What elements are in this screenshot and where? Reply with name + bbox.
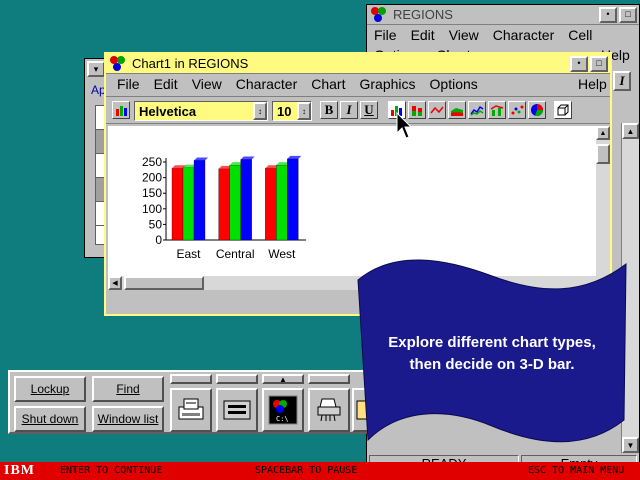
scroll-thumb[interactable] — [596, 144, 610, 164]
bold-button[interactable]: B — [320, 101, 338, 119]
menu-options[interactable]: Options — [423, 76, 485, 92]
os2-window-icon[interactable]: C:\ — [262, 388, 304, 432]
bar — [287, 158, 299, 241]
launchpad-expand-button[interactable]: ▲ — [262, 374, 304, 384]
menu-view[interactable]: View — [442, 27, 486, 43]
bar — [218, 168, 230, 241]
scroll-up-button[interactable]: ▲ — [596, 126, 610, 140]
font-name-value: Helvetica — [139, 103, 197, 119]
bar — [240, 159, 252, 241]
3d-box-icon[interactable] — [554, 101, 572, 119]
line-chart-icon[interactable] — [428, 101, 446, 119]
x-tick-label: East — [176, 247, 201, 261]
menu-edit[interactable]: Edit — [147, 76, 185, 92]
font-size-value: 10 — [277, 103, 292, 119]
bar — [171, 168, 184, 241]
y-tick-label: 0 — [155, 233, 162, 247]
regions-title: REGIONS — [393, 7, 453, 22]
tip-flag: Explore different chart types, then deci… — [354, 250, 630, 450]
mouse-pointer-icon — [396, 112, 412, 139]
shredder-icon[interactable] — [308, 388, 350, 432]
regions-titlebar[interactable]: REGIONS • □ — [367, 5, 639, 25]
lockup-button[interactable]: Lockup — [14, 376, 86, 402]
y-tick-label: 100 — [142, 202, 162, 216]
menu-edit[interactable]: Edit — [404, 27, 442, 43]
hi-lo-icon[interactable] — [468, 101, 486, 119]
bar — [265, 168, 277, 241]
launchpad-slot-1[interactable] — [170, 374, 212, 384]
system-menu-icon[interactable] — [371, 6, 387, 23]
bar — [276, 164, 288, 241]
chart-title: Chart1 in REGIONS — [132, 56, 249, 71]
esc-to-main-menu[interactable]: ESC TO MAIN MENU — [528, 465, 624, 476]
font-size-dropdown-icon[interactable]: ↕ — [297, 102, 311, 120]
drives-icon[interactable] — [216, 388, 258, 432]
bar — [229, 164, 241, 241]
maximize-button[interactable]: □ — [590, 55, 608, 72]
x-tick-label: West — [268, 247, 296, 261]
bar — [182, 167, 195, 241]
menu-view[interactable]: View — [185, 76, 229, 92]
x-tick-label: Central — [216, 247, 255, 261]
chart-type-icon[interactable] — [112, 101, 130, 119]
italic-button-back[interactable]: I — [613, 71, 631, 91]
spacebar-to-pause[interactable]: SPACEBAR TO PAUSE — [255, 465, 357, 476]
italic-button[interactable]: I — [340, 101, 358, 119]
regions-menubar: File Edit View Character Cell — [367, 25, 639, 45]
bar-top — [194, 157, 208, 161]
window-menu-button[interactable]: ▾ — [87, 61, 105, 77]
window-list-button[interactable]: Window list — [92, 406, 164, 432]
bar-top — [240, 156, 255, 160]
minimize-button[interactable]: • — [599, 6, 617, 23]
scroll-left-button[interactable]: ◀ — [108, 276, 122, 290]
y-tick-label: 200 — [142, 171, 162, 185]
tip-line-2: then decide on 3-D bar. — [409, 356, 575, 373]
underline-button[interactable]: U — [360, 101, 378, 119]
menu-cell[interactable]: Cell — [561, 27, 599, 43]
scroll-h-thumb[interactable] — [124, 276, 204, 290]
y-tick-label: 250 — [142, 155, 162, 169]
find-button[interactable]: Find — [92, 376, 164, 402]
scatter-icon[interactable] — [508, 101, 526, 119]
enter-to-continue[interactable]: ENTER TO CONTINUE — [60, 465, 162, 476]
system-menu-icon[interactable] — [110, 55, 126, 72]
tip-line-1: Explore different chart types, — [388, 334, 596, 351]
line-bar-icon[interactable] — [488, 101, 506, 119]
y-tick-label: 50 — [149, 217, 163, 231]
menu-graphics[interactable]: Graphics — [352, 76, 422, 92]
shut-down-button[interactable]: Shut down — [14, 406, 86, 432]
ibm-logo: IBM — [4, 463, 35, 478]
launchpad: Lockup Find Shut down Window list ▲ C:\ — [8, 370, 370, 434]
printer-icon[interactable] — [170, 388, 212, 432]
menu-character[interactable]: Character — [229, 76, 304, 92]
footer-bar: IBM ENTER TO CONTINUE SPACEBAR TO PAUSE … — [0, 462, 640, 480]
menu-chart[interactable]: Chart — [304, 76, 352, 92]
maximize-button[interactable]: □ — [619, 6, 637, 23]
launchpad-slot-2[interactable] — [216, 374, 258, 384]
launchpad-slot-4[interactable] — [308, 374, 350, 384]
bar-top — [287, 155, 302, 159]
chart-titlebar[interactable]: Chart1 in REGIONS • □ — [106, 54, 610, 74]
chart-toolbar: Helvetica ↕ 10 ↕ B I U — [106, 96, 610, 124]
chart-menubar: File Edit View Character Chart Graphics … — [106, 74, 610, 94]
chart-help[interactable]: Help — [578, 76, 607, 92]
svg-text:C:\: C:\ — [276, 415, 289, 423]
bar — [193, 160, 206, 241]
scroll-up-button[interactable]: ▲ — [622, 123, 639, 139]
area-chart-icon[interactable] — [448, 101, 466, 119]
pie-chart-icon[interactable] — [528, 101, 546, 119]
y-tick-label: 150 — [142, 186, 162, 200]
menu-file[interactable]: File — [110, 76, 147, 92]
menu-character[interactable]: Character — [486, 27, 561, 43]
font-size-field[interactable]: 10 ↕ — [272, 101, 312, 121]
minimize-button[interactable]: • — [570, 55, 588, 72]
menu-file[interactable]: File — [367, 27, 404, 43]
font-name-dropdown-icon[interactable]: ↕ — [253, 102, 267, 120]
font-name-field[interactable]: Helvetica ↕ — [134, 101, 268, 121]
